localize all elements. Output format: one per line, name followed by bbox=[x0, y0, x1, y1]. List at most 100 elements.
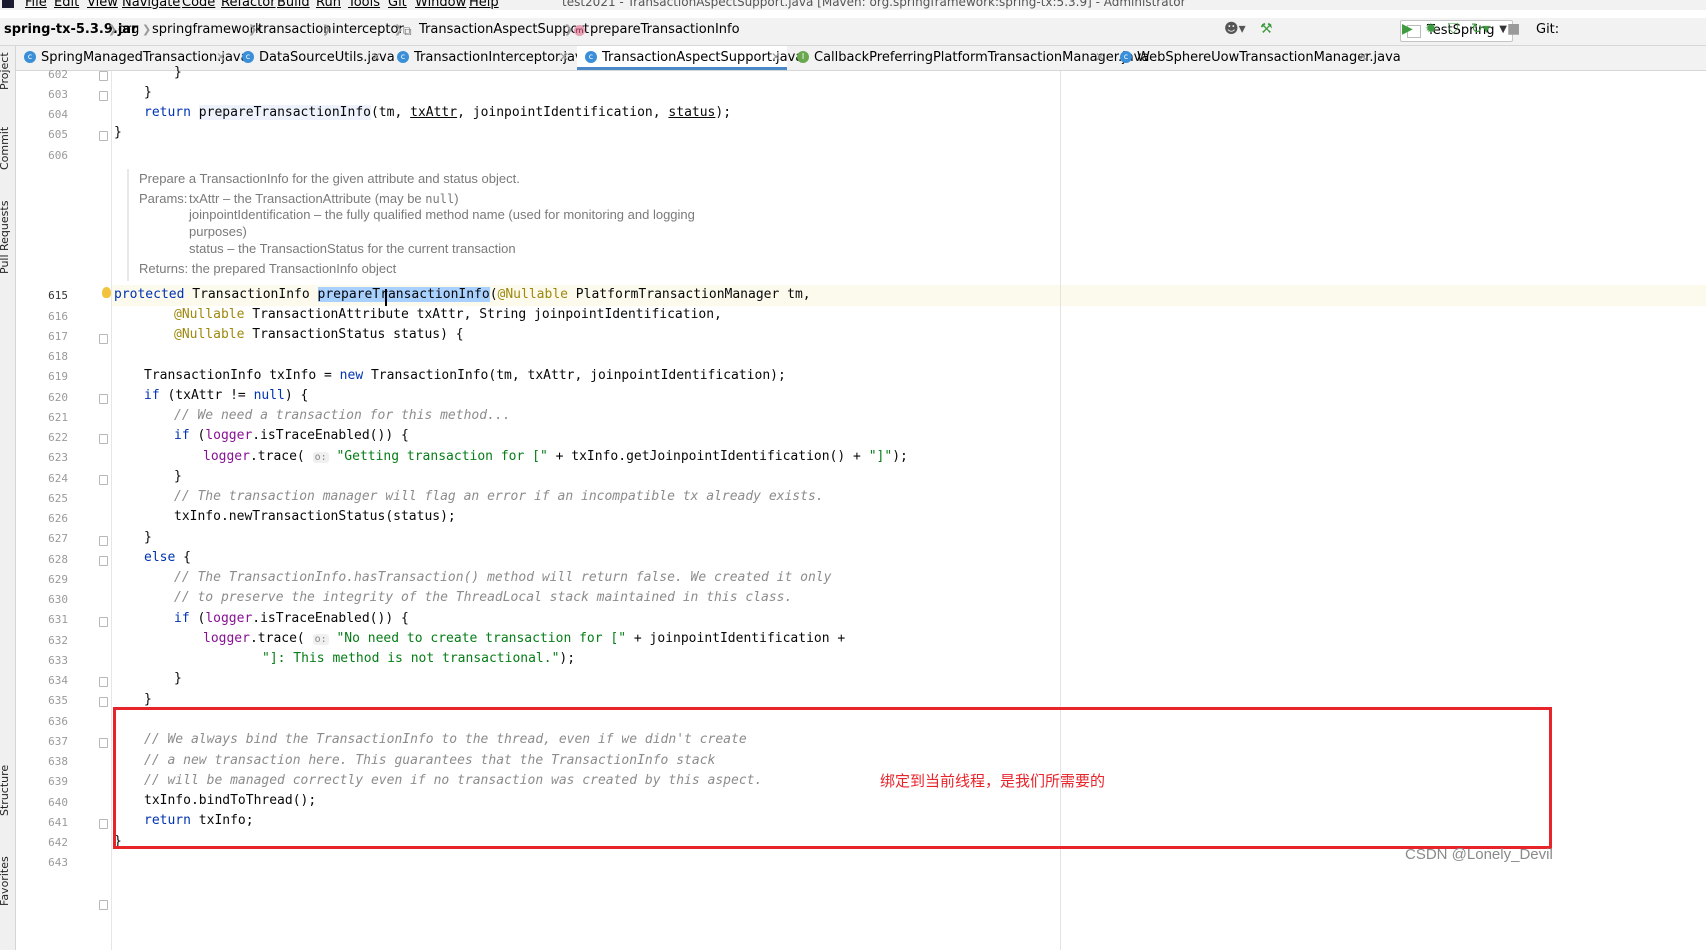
code-line-630: // to preserve the integrity of the Thre… bbox=[174, 590, 793, 605]
line-number: 643 bbox=[48, 856, 68, 869]
menu-navigate[interactable]: Navigate bbox=[122, 0, 180, 10]
close-icon[interactable]: ✕ bbox=[559, 50, 569, 64]
fold-marker-icon[interactable] bbox=[99, 475, 108, 485]
chevron-right-icon: ❯ bbox=[248, 23, 258, 36]
tool-window-pull-requests[interactable]: Pull Requests bbox=[0, 201, 11, 274]
class-icon: c bbox=[24, 51, 36, 63]
javadoc-param-status: status – the TransactionStatus for the c… bbox=[189, 241, 516, 256]
fold-marker-icon[interactable] bbox=[99, 71, 108, 81]
code-line-617: @Nullable TransactionStatus status) { bbox=[174, 327, 464, 342]
javadoc-param-joinpoint: joinpointIdentification – the fully qual… bbox=[189, 207, 695, 222]
tab-transactionaspectsupport[interactable]: c TransactionAspectSupport.java ✕ bbox=[577, 46, 803, 70]
tab-datasourceutils[interactable]: c DataSourceUtils.java ✕ bbox=[234, 46, 395, 70]
javadoc-block[interactable]: Prepare a TransactionInfo for the given … bbox=[127, 169, 1029, 281]
code-line-629: // The TransactionInfo.hasTransaction() … bbox=[174, 570, 832, 585]
tool-window-favorites[interactable]: Favorites bbox=[0, 856, 11, 906]
menu-edit[interactable]: Edit bbox=[54, 0, 79, 10]
menu-file[interactable]: File bbox=[25, 0, 47, 10]
fold-marker-icon[interactable] bbox=[99, 556, 108, 566]
close-icon[interactable]: ✕ bbox=[1095, 50, 1105, 64]
menu-run[interactable]: Run bbox=[316, 0, 341, 10]
menu-refactor[interactable]: Refactor bbox=[221, 0, 276, 10]
tab-websphereuowtransactionmanager[interactable]: c WebSphereUowTransactionManager.java ✕ bbox=[1112, 46, 1401, 70]
tab-springmanagedtransaction[interactable]: c SpringManagedTransaction.java ✕ bbox=[16, 46, 249, 70]
build-hammer-icon[interactable]: ⚒ bbox=[1260, 21, 1273, 37]
line-number: 621 bbox=[48, 411, 68, 424]
line-number: 629 bbox=[48, 573, 68, 586]
fold-marker-icon[interactable] bbox=[99, 900, 108, 910]
chevron-right-icon: ❯ bbox=[142, 23, 152, 36]
breadcrumb-springframework[interactable]: springframework bbox=[152, 22, 262, 37]
line-number: 623 bbox=[48, 451, 68, 464]
menu-view[interactable]: View bbox=[87, 0, 118, 10]
javadoc-param-joinpoint-cont: purposes) bbox=[189, 224, 247, 239]
interface-icon: I bbox=[797, 51, 809, 63]
fold-marker-icon[interactable] bbox=[99, 819, 108, 829]
line-number: 642 bbox=[48, 836, 68, 849]
fold-marker-icon[interactable] bbox=[99, 434, 108, 444]
user-icon[interactable]: ☻▾ bbox=[1224, 21, 1246, 37]
breadcrumb-method[interactable]: prepareTransactionInfo bbox=[590, 22, 740, 37]
line-number: 618 bbox=[48, 350, 68, 363]
code-line-616: @Nullable TransactionAttribute txAttr, S… bbox=[174, 307, 722, 322]
breadcrumb-transaction[interactable]: transaction bbox=[258, 22, 331, 37]
code-line-633: "]: This method is not transactional."); bbox=[262, 651, 576, 666]
close-icon[interactable]: ✕ bbox=[216, 50, 226, 64]
fold-marker-icon[interactable] bbox=[99, 131, 108, 141]
menu-tools[interactable]: Tools bbox=[348, 0, 380, 10]
intention-bulb-icon[interactable] bbox=[102, 287, 111, 298]
code-line-632: logger.trace( o: "No need to create tran… bbox=[203, 631, 846, 646]
line-number: 641 bbox=[48, 816, 68, 829]
line-number: 617 bbox=[48, 330, 68, 343]
line-number: 630 bbox=[48, 593, 68, 606]
fold-marker-icon[interactable] bbox=[99, 677, 108, 687]
code-line-624: } bbox=[174, 469, 182, 484]
git-label[interactable]: Git: bbox=[1536, 22, 1559, 37]
chevron-right-icon: ❯ bbox=[108, 23, 118, 36]
tool-window-structure[interactable]: Structure bbox=[0, 765, 11, 816]
class-icon: c bbox=[1120, 51, 1132, 63]
close-icon[interactable]: ✕ bbox=[1358, 50, 1368, 64]
fold-marker-icon[interactable] bbox=[99, 536, 108, 546]
profile-icon[interactable]: ↻▾ bbox=[1471, 21, 1490, 37]
coverage-icon[interactable]: ⛉ bbox=[1448, 21, 1459, 37]
code-line-603: } bbox=[144, 85, 152, 100]
fold-marker-icon[interactable] bbox=[99, 394, 108, 404]
menu-code[interactable]: Code bbox=[182, 0, 215, 10]
debug-icon[interactable]: ✹ bbox=[1425, 21, 1437, 37]
close-icon[interactable]: ✕ bbox=[371, 50, 381, 64]
code-line-634: } bbox=[174, 671, 182, 686]
fold-marker-icon[interactable] bbox=[99, 738, 108, 748]
menu-window[interactable]: Window bbox=[415, 0, 466, 10]
class-icon: c bbox=[242, 51, 254, 63]
code-line-627: } bbox=[144, 530, 152, 545]
line-number: 636 bbox=[48, 715, 68, 728]
close-icon[interactable]: ✕ bbox=[771, 50, 781, 64]
tool-window-commit[interactable]: Commit bbox=[0, 127, 11, 170]
chevron-right-icon: ❯ bbox=[322, 23, 332, 36]
text-caret bbox=[385, 289, 387, 306]
chevron-down-icon: ▼ bbox=[1499, 24, 1507, 35]
breadcrumb-org[interactable]: org bbox=[118, 22, 139, 37]
menu-help[interactable]: Help bbox=[469, 0, 499, 10]
fold-marker-icon[interactable] bbox=[99, 617, 108, 627]
fold-marker-icon[interactable] bbox=[99, 697, 108, 707]
tool-window-project[interactable]: Project bbox=[0, 52, 11, 90]
fold-marker-icon[interactable] bbox=[99, 334, 108, 344]
tab-callbackpreferringplatformtransactionmanager[interactable]: I CallbackPreferringPlatformTransactionM… bbox=[789, 46, 1149, 70]
line-number: 606 bbox=[48, 149, 68, 162]
run-icon[interactable]: ▶ bbox=[1402, 21, 1413, 37]
line-number: 628 bbox=[48, 553, 68, 566]
code-line-631: if (logger.isTraceEnabled()) { bbox=[174, 611, 409, 626]
line-number: 624 bbox=[48, 472, 68, 485]
line-number: 639 bbox=[48, 775, 68, 788]
stop-icon[interactable]: ■ bbox=[1507, 21, 1520, 37]
line-number: 615 bbox=[48, 289, 68, 302]
menu-build[interactable]: Build bbox=[277, 0, 310, 10]
menu-git[interactable]: Git bbox=[388, 0, 407, 10]
fold-marker-icon[interactable] bbox=[99, 91, 108, 101]
line-number: 627 bbox=[48, 532, 68, 545]
line-number: 632 bbox=[48, 634, 68, 647]
line-number: 631 bbox=[48, 613, 68, 626]
tab-transactioninterceptor[interactable]: c TransactionInterceptor.java ✕ bbox=[389, 46, 591, 70]
